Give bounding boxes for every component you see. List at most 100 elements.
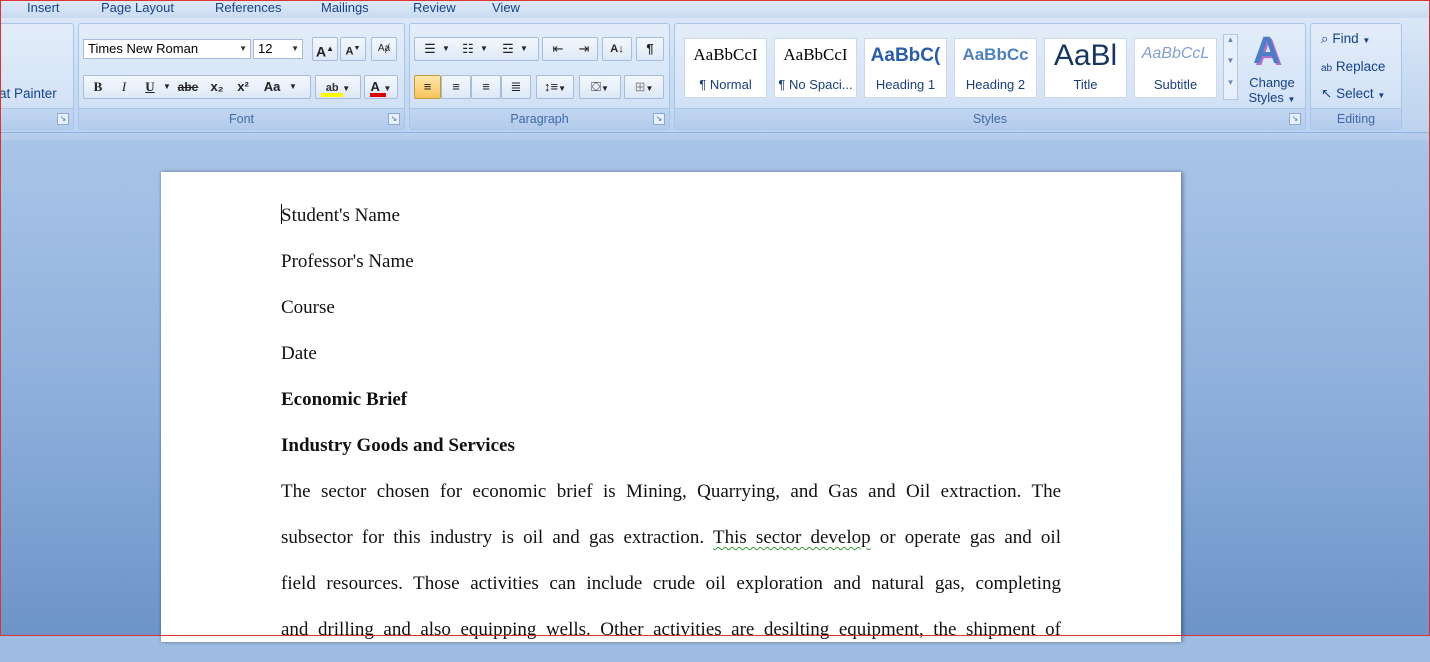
- change-styles-icon: A: [1253, 30, 1281, 72]
- select-button[interactable]: ↖ Select ▼: [1321, 83, 1385, 105]
- cursor-arrow-icon: ↖: [1321, 86, 1333, 101]
- chevron-down-icon[interactable]: ▼: [162, 76, 172, 98]
- tab-insert[interactable]: Insert: [27, 0, 60, 18]
- style-name: ¶ No Spaci...: [778, 77, 853, 92]
- chevron-down-icon[interactable]: ▼: [291, 40, 299, 58]
- increase-indent-icon[interactable]: ⇥: [571, 38, 597, 60]
- paragraph-dialog-launcher[interactable]: ↘: [653, 113, 665, 125]
- styles-group: AaBbCcI ¶ Normal AaBbCcI ¶ No Spaci... A…: [674, 23, 1306, 130]
- style-heading-1[interactable]: AaBbC( Heading 1: [864, 38, 947, 98]
- tab-review[interactable]: Review: [413, 0, 456, 18]
- chevron-down-icon[interactable]: ▼: [239, 40, 247, 58]
- chevron-down-icon[interactable]: ▼: [519, 38, 529, 60]
- subscript-button[interactable]: x₂: [206, 76, 228, 98]
- grammar-flagged-text[interactable]: This sector develop: [713, 527, 871, 548]
- styles-gallery-scroller[interactable]: ▲ ▼ ▾: [1223, 34, 1238, 100]
- numbering-icon[interactable]: ☷: [455, 38, 481, 60]
- chevron-down-icon[interactable]: ▼: [384, 84, 392, 93]
- ribbon-tab-strip: Insert Page Layout References Mailings R…: [0, 0, 1430, 18]
- paragraph-line: field resources. Those activities can in…: [281, 573, 1061, 594]
- chevron-down-icon[interactable]: ▼: [288, 76, 298, 98]
- align-left-icon: ≡: [423, 79, 432, 94]
- sort-button[interactable]: A↓: [602, 37, 632, 61]
- borders-button[interactable]: ⊞▼: [624, 75, 664, 99]
- editing-group: ⌕ Find ▼ ab Replace ↖ Select ▼ Editing: [1310, 23, 1402, 130]
- font-dialog-launcher[interactable]: ↘: [388, 113, 400, 125]
- gallery-more-icon[interactable]: ▾: [1224, 77, 1237, 98]
- font-family-combo[interactable]: Times New Roman ▼: [83, 39, 251, 59]
- change-case-button[interactable]: Aa: [258, 76, 286, 98]
- line-spacing-button[interactable]: ↕≡▼: [536, 75, 574, 99]
- binoculars-icon: ⌕: [1321, 31, 1329, 46]
- chevron-down-icon[interactable]: ▼: [342, 84, 350, 93]
- text-run: subsector for this industry is oil and g…: [281, 527, 713, 548]
- style-title[interactable]: AaBl Title: [1044, 38, 1127, 98]
- clear-formatting-button[interactable]: Aⱥ: [371, 37, 397, 61]
- align-center-icon: ≡: [452, 79, 460, 94]
- chevron-down-icon[interactable]: ▼: [479, 38, 489, 60]
- bullets-icon[interactable]: ☰: [417, 38, 443, 60]
- grow-font-button[interactable]: A▲: [312, 37, 338, 61]
- replace-label: Replace: [1335, 59, 1386, 74]
- styles-dialog-launcher[interactable]: ↘: [1289, 113, 1301, 125]
- student-name-line: Student's Name: [281, 205, 400, 226]
- bold-button[interactable]: B: [88, 76, 108, 98]
- paint-bucket-icon: ⛋: [591, 79, 601, 94]
- font-group: Times New Roman ▼ 12 ▼ A▲ A▼ Aⱥ B I U ▼ …: [78, 23, 405, 130]
- justify-button[interactable]: ≣: [501, 75, 531, 99]
- show-hide-button[interactable]: ¶: [636, 37, 664, 61]
- change-styles-button[interactable]: A Change Styles ▼: [1243, 30, 1301, 110]
- italic-button[interactable]: I: [114, 76, 134, 98]
- document-body[interactable]: Student's Name Professor's Name Course D…: [281, 202, 1061, 662]
- style-name: ¶ Normal: [699, 77, 752, 92]
- scroll-up-icon[interactable]: ▲: [1224, 35, 1237, 56]
- scroll-down-icon[interactable]: ▼: [1224, 56, 1237, 77]
- paragraph-line: subsector for this industry is oil and g…: [281, 524, 1061, 570]
- decrease-indent-icon[interactable]: ⇤: [545, 38, 571, 60]
- font-format-strip: B I U ▼ abe x₂ x² Aa ▼: [83, 75, 311, 99]
- style-name: Title: [1073, 77, 1098, 92]
- shrink-font-button[interactable]: A▼: [340, 37, 366, 61]
- style-sample: AaBl: [1053, 39, 1118, 72]
- styles-group-label: Styles: [675, 108, 1305, 129]
- paragraph-line: The sector chosen for economic brief is …: [281, 481, 1061, 502]
- professor-name-line: Professor's Name: [281, 251, 414, 272]
- tab-references[interactable]: References: [215, 0, 281, 18]
- find-button[interactable]: ⌕ Find ▼: [1321, 28, 1370, 50]
- paragraph-group: ☰ ▼ ☷ ▼ ☲ ▼ ⇤ ⇥ A↓ ¶ ≡ ≡ ≡ ≣ ↕≡▼ ⛋▼ ⊞▼ P…: [409, 23, 670, 130]
- align-right-button[interactable]: ≡: [471, 75, 501, 99]
- style-sample: AaBbCcI: [693, 45, 758, 64]
- tab-view[interactable]: View: [492, 0, 520, 18]
- superscript-button[interactable]: x²: [232, 76, 254, 98]
- shrink-font-icon: A: [345, 45, 354, 58]
- style-name: Heading 1: [875, 77, 936, 92]
- font-size-combo[interactable]: 12 ▼: [253, 39, 303, 59]
- strikethrough-button[interactable]: abe: [174, 76, 202, 98]
- replace-button[interactable]: ab Replace: [1321, 56, 1385, 78]
- highlight-button[interactable]: ab ▼: [315, 75, 361, 99]
- chevron-down-icon[interactable]: ▼: [441, 38, 451, 60]
- pilcrow-icon: ¶: [646, 41, 654, 56]
- align-center-button[interactable]: ≡: [441, 75, 471, 99]
- change-styles-label: Change: [1249, 75, 1295, 90]
- line-spacing-icon: ↕≡: [543, 79, 559, 94]
- document-page[interactable]: Student's Name Professor's Name Course D…: [161, 172, 1181, 642]
- editing-group-label: Editing: [1311, 108, 1401, 129]
- style-name: Subtitle: [1153, 77, 1198, 92]
- text-run: or operate gas and oil: [870, 527, 1061, 548]
- align-left-button[interactable]: ≡: [414, 75, 441, 99]
- style-normal[interactable]: AaBbCcI ¶ Normal: [684, 38, 767, 98]
- format-painter-button[interactable]: at Painter: [0, 86, 57, 101]
- shading-button[interactable]: ⛋▼: [579, 75, 621, 99]
- tab-page-layout[interactable]: Page Layout: [101, 0, 174, 18]
- style-no-spacing[interactable]: AaBbCcI ¶ No Spaci...: [774, 38, 857, 98]
- font-color-button[interactable]: A ▼: [364, 75, 398, 99]
- underline-button[interactable]: U: [140, 76, 160, 98]
- font-color-icon: A: [370, 79, 380, 94]
- style-heading-2[interactable]: AaBbCc Heading 2: [954, 38, 1037, 98]
- find-label: Find: [1332, 31, 1359, 46]
- style-subtitle[interactable]: AaBbCcL Subtitle: [1134, 38, 1217, 98]
- multilevel-list-icon[interactable]: ☲: [495, 38, 521, 60]
- clipboard-dialog-launcher[interactable]: ↘: [57, 113, 69, 125]
- tab-mailings[interactable]: Mailings: [321, 0, 369, 18]
